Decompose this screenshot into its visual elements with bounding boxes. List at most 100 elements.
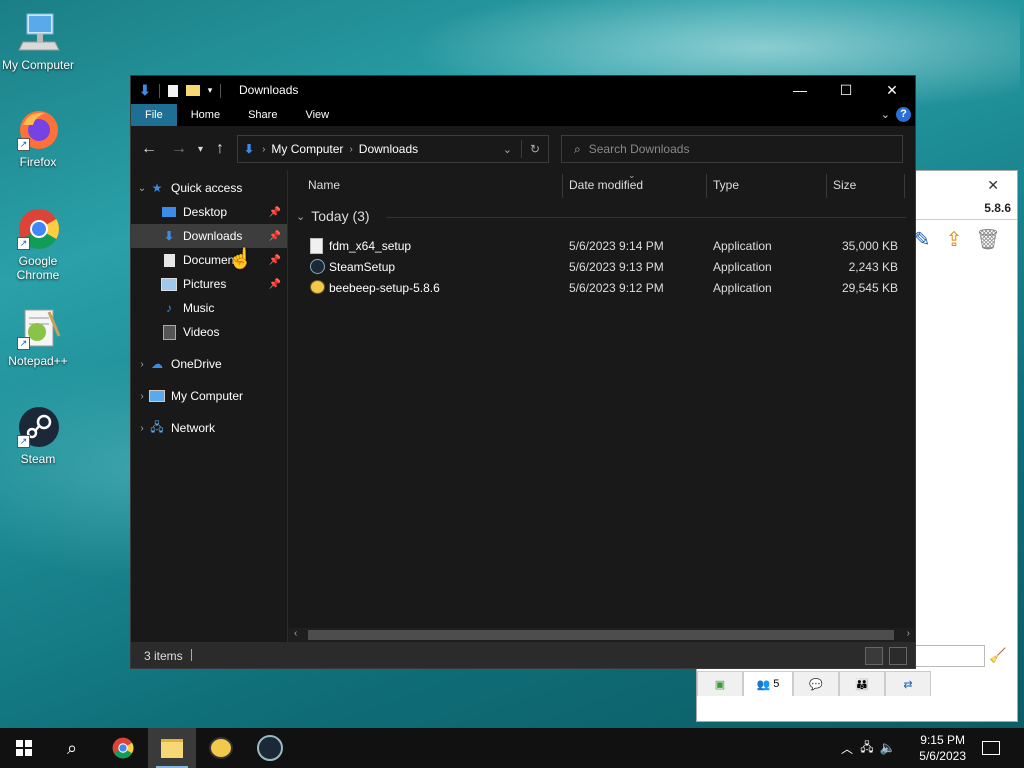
volume-icon[interactable]: 🔈 xyxy=(878,740,898,756)
file-size: 35,000 KB xyxy=(841,239,898,253)
nav-desktop[interactable]: Desktop 📌 xyxy=(131,200,287,224)
column-name[interactable]: Name xyxy=(308,178,340,192)
refresh-icon[interactable]: ↻ xyxy=(530,142,540,156)
tab-view[interactable]: View xyxy=(291,104,343,126)
documents-icon xyxy=(161,253,177,267)
address-dropdown-icon[interactable]: ⌄ xyxy=(503,143,512,156)
close-button[interactable]: ✕ xyxy=(869,76,915,104)
expand-chevron-icon[interactable]: › xyxy=(135,359,149,370)
details-view-icon[interactable] xyxy=(865,647,883,665)
steam-icon xyxy=(257,735,283,761)
trash-icon[interactable]: 🗑 xyxy=(975,227,1001,253)
desktop-icon-chrome[interactable]: ↗ Google Chrome xyxy=(0,206,76,282)
tab-file[interactable]: File xyxy=(131,104,177,126)
notifications-button[interactable] xyxy=(968,728,1014,768)
minimize-button[interactable]: — xyxy=(777,76,823,104)
nav-pictures[interactable]: Pictures 📌 xyxy=(131,272,287,296)
file-row[interactable]: beebeep-setup-5.8.6 5/6/2023 9:12 PM App… xyxy=(288,278,914,298)
column-separator[interactable] xyxy=(904,174,905,198)
nav-onedrive[interactable]: › ☁ OneDrive xyxy=(131,352,287,376)
nav-music[interactable]: ♪ Music xyxy=(131,296,287,320)
start-button[interactable] xyxy=(0,728,48,768)
desktop-icon-notepadpp[interactable]: ↗ Notepad++ xyxy=(0,306,76,368)
tab-users[interactable]: 👥 5 xyxy=(743,671,793,696)
file-type: Application xyxy=(713,260,772,274)
clock-date: 5/6/2023 xyxy=(919,749,966,763)
download-arrow-icon: ⬇ xyxy=(139,82,151,98)
new-folder-icon[interactable] xyxy=(185,85,200,96)
pin-icon: 📌 xyxy=(268,230,281,242)
taskbar-steam[interactable] xyxy=(246,728,294,768)
file-name: SteamSetup xyxy=(329,260,396,274)
taskbar: ⌕ ︿ 🖧 🔈 9:15 PM 5/6/2023 xyxy=(0,728,1024,768)
taskbar-beebeep[interactable] xyxy=(197,728,245,768)
file-row[interactable]: fdm_x64_setup 5/6/2023 9:14 PM Applicati… xyxy=(288,236,914,256)
scrollbar-thumb[interactable] xyxy=(308,630,894,640)
desktop-icon-firefox[interactable]: ↗ Firefox xyxy=(0,107,76,169)
column-separator[interactable] xyxy=(562,174,563,198)
search-input[interactable]: Search Downloads xyxy=(589,142,690,156)
maximize-button[interactable]: ☐ xyxy=(823,76,869,104)
system-tray: ︿ 🖧 🔈 xyxy=(838,728,898,768)
column-type[interactable]: Type xyxy=(713,178,739,192)
breadcrumb-downloads[interactable]: Downloads xyxy=(359,142,418,156)
up-button[interactable]: ↑ xyxy=(216,140,224,158)
broom-icon[interactable]: 🧹 xyxy=(989,647,1006,664)
users-count: 5 xyxy=(773,678,780,690)
breadcrumb-my-computer[interactable]: My Computer xyxy=(271,142,343,156)
clock[interactable]: 9:15 PM 5/6/2023 xyxy=(919,732,966,764)
scroll-left-icon[interactable]: ‹ xyxy=(294,628,297,639)
tab-home[interactable]: Home xyxy=(177,104,234,126)
nav-videos[interactable]: Videos xyxy=(131,320,287,344)
beebeep-close-button[interactable]: ✕ xyxy=(987,177,999,194)
tab-chat-icon[interactable]: 💬 xyxy=(793,671,839,696)
nav-quick-access[interactable]: ⌄ ★ Quick access xyxy=(131,176,287,200)
nav-my-computer[interactable]: › My Computer xyxy=(131,384,287,408)
desktop-icon-my-computer[interactable]: My Computer xyxy=(0,10,76,72)
address-bar[interactable]: ⬇ › My Computer › Downloads ⌄ ↻ xyxy=(237,135,549,163)
expand-chevron-icon[interactable]: › xyxy=(135,391,149,402)
column-size[interactable]: Size xyxy=(833,178,856,192)
beebeep-message-input[interactable] xyxy=(915,645,985,667)
horizontal-scrollbar[interactable]: ‹ › xyxy=(288,628,914,642)
recent-locations-button[interactable]: ▾ xyxy=(198,144,203,155)
column-separator[interactable] xyxy=(826,174,827,198)
network-icon[interactable]: 🖧 xyxy=(856,738,878,759)
file-explorer-window[interactable]: ⬇ ▾ Downloads — ☐ ✕ File Home Share View… xyxy=(130,75,916,669)
tab-share[interactable]: Share xyxy=(234,104,291,126)
desktop-icon-steam[interactable]: ↗ Steam xyxy=(0,404,76,466)
tab-share-icon[interactable]: ⇄ xyxy=(885,671,931,696)
collapse-chevron-icon[interactable]: ⌄ xyxy=(296,210,305,223)
properties-icon[interactable] xyxy=(167,84,178,97)
large-icons-view-icon[interactable] xyxy=(889,647,907,665)
update-icon[interactable]: ⇪ xyxy=(941,227,967,253)
forward-button[interactable]: → xyxy=(171,140,187,158)
ribbon-tabs: File Home Share View ⌄ ? xyxy=(131,104,915,126)
nav-downloads[interactable]: ⬇ Downloads 📌 xyxy=(131,224,287,248)
network-icon: 🖧 xyxy=(150,419,164,434)
show-hidden-icons-icon[interactable]: ︿ xyxy=(838,740,856,757)
nav-network[interactable]: › 🖧 Network xyxy=(131,416,287,440)
shortcut-arrow-icon: ↗ xyxy=(17,435,30,448)
column-separator[interactable] xyxy=(706,174,707,198)
tab-groups-icon[interactable]: 👪 xyxy=(839,671,885,696)
taskbar-file-explorer[interactable] xyxy=(148,728,196,768)
back-button[interactable]: ← xyxy=(141,140,157,158)
search-button[interactable]: ⌕ xyxy=(48,728,96,768)
taskbar-chrome[interactable] xyxy=(99,728,147,768)
file-row[interactable]: SteamSetup 5/6/2023 9:13 PM Application … xyxy=(288,257,914,277)
expand-chevron-icon[interactable]: › xyxy=(135,423,149,434)
nav-documents[interactable]: Documents 📌 xyxy=(131,248,287,272)
scroll-right-icon[interactable]: › xyxy=(907,628,910,639)
search-box[interactable]: ⌕ Search Downloads xyxy=(561,135,903,163)
help-icon[interactable]: ? xyxy=(896,107,911,122)
tab-home-icon[interactable]: ▣ xyxy=(697,671,743,696)
group-header[interactable]: ⌄ Today (3) xyxy=(296,208,906,224)
customize-qa-icon[interactable]: ▾ xyxy=(208,85,213,96)
collapse-chevron-icon[interactable]: ⌄ xyxy=(135,183,149,194)
desktop-folder-icon xyxy=(161,205,177,219)
pin-icon: 📌 xyxy=(268,278,281,290)
beebeep-icon xyxy=(209,737,233,759)
desktop-icon-label: Firefox xyxy=(19,155,57,169)
expand-ribbon-icon[interactable]: ⌄ xyxy=(881,108,890,121)
